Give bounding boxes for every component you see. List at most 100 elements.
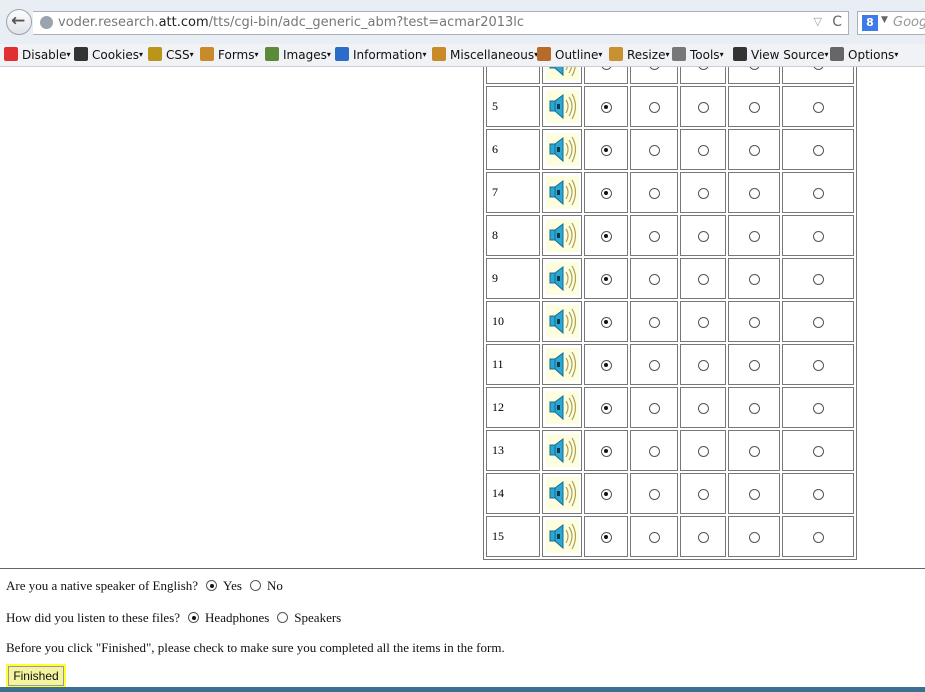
rating-radio[interactable] [748, 359, 760, 371]
rating-radio[interactable] [812, 144, 824, 156]
rating-radio[interactable] [748, 402, 760, 414]
rating-radio[interactable] [748, 144, 760, 156]
toolbar-outline-menu[interactable]: Outline▾ [537, 46, 602, 64]
rating-radio[interactable] [812, 402, 824, 414]
play-audio-cell [542, 387, 582, 428]
rating-radio[interactable] [648, 316, 660, 328]
toolbar-cookies-menu[interactable]: Cookies▾ [74, 46, 143, 64]
native-no-radio[interactable] [249, 580, 261, 591]
search-engine-caret-icon[interactable]: ▼ [881, 15, 888, 25]
speaker-icon[interactable] [545, 219, 579, 252]
rating-radio[interactable] [648, 445, 660, 457]
rating-radio[interactable] [648, 488, 660, 500]
rating-radio[interactable] [600, 101, 612, 113]
speaker-icon[interactable] [545, 90, 579, 123]
rating-radio[interactable] [600, 230, 612, 242]
rating-radio[interactable] [812, 445, 824, 457]
rating-radio[interactable] [648, 531, 660, 543]
rating-radio[interactable] [600, 359, 612, 371]
play-audio-cell [542, 258, 582, 299]
rating-radio[interactable] [600, 445, 612, 457]
rating-radio[interactable] [697, 187, 709, 199]
rating-radio[interactable] [697, 273, 709, 285]
rating-radio[interactable] [812, 359, 824, 371]
rating-radio[interactable] [648, 273, 660, 285]
rating-radio[interactable] [600, 144, 612, 156]
speaker-icon[interactable] [545, 133, 579, 166]
speaker-icon[interactable] [545, 262, 579, 295]
speaker-icon[interactable] [545, 477, 579, 510]
rating-radio[interactable] [697, 359, 709, 371]
rating-radio[interactable] [812, 273, 824, 285]
rating-radio[interactable] [812, 316, 824, 328]
rating-radio[interactable] [697, 230, 709, 242]
rating-radio[interactable] [648, 230, 660, 242]
google-icon[interactable]: 8 [862, 15, 878, 31]
rating-radio[interactable] [748, 187, 760, 199]
rating-radio[interactable] [697, 144, 709, 156]
table-row: 9 [486, 258, 854, 299]
listen-label: How did you listen to these files? [6, 610, 181, 625]
toolbar-miscellaneous-menu[interactable]: Miscellaneous▾ [432, 46, 538, 64]
rating-radio[interactable] [600, 273, 612, 285]
search-box[interactable]: 8 ▼ Googl [857, 11, 925, 35]
rating-radio[interactable] [812, 488, 824, 500]
headphones-radio[interactable] [188, 612, 200, 623]
speaker-icon[interactable] [545, 176, 579, 209]
toolbar-resize-menu[interactable]: Resize▾ [609, 46, 669, 64]
rating-radio[interactable] [600, 402, 612, 414]
rating-radio[interactable] [648, 101, 660, 113]
speakers-radio[interactable] [277, 612, 289, 623]
speaker-icon[interactable] [545, 434, 579, 467]
rating-option-cell [782, 473, 854, 514]
rating-radio[interactable] [697, 531, 709, 543]
rating-option-cell [782, 129, 854, 170]
rating-radio[interactable] [600, 187, 612, 199]
item-number: 10 [486, 301, 540, 342]
toolbar-images-menu[interactable]: Images▾ [265, 46, 331, 64]
rating-radio[interactable] [748, 230, 760, 242]
speaker-icon[interactable] [545, 520, 579, 553]
toolbar-css-menu[interactable]: CSS▾ [148, 46, 194, 64]
finished-button[interactable]: Finished [8, 666, 64, 686]
rating-radio[interactable] [748, 488, 760, 500]
rating-radio[interactable] [648, 144, 660, 156]
toolbar-information-menu[interactable]: Information▾ [335, 46, 426, 64]
rating-radio[interactable] [697, 445, 709, 457]
rating-option-cell [584, 516, 628, 557]
speaker-icon[interactable] [545, 391, 579, 424]
rating-radio[interactable] [697, 402, 709, 414]
rating-radio[interactable] [648, 402, 660, 414]
speaker-icon[interactable] [545, 348, 579, 381]
address-bar[interactable]: voder.research.att.com/tts/cgi-bin/adc_g… [33, 11, 849, 35]
toolbar-tools-menu[interactable]: Tools▾ [672, 46, 724, 64]
rating-radio[interactable] [812, 230, 824, 242]
toolbar-options-menu[interactable]: Options▾ [830, 46, 898, 64]
listen-question: How did you listen to these files? Headph… [6, 610, 341, 626]
toolbar-disable-menu[interactable]: Disable▾ [4, 46, 71, 64]
rating-radio[interactable] [748, 316, 760, 328]
rating-radio[interactable] [812, 187, 824, 199]
rating-radio[interactable] [812, 101, 824, 113]
native-speaker-label: Are you a native speaker of English? [6, 578, 199, 593]
rating-radio[interactable] [600, 316, 612, 328]
native-yes-radio[interactable] [206, 580, 218, 591]
toolbar-view-source-menu[interactable]: View Source▾ [733, 46, 829, 64]
rating-radio[interactable] [697, 488, 709, 500]
rating-radio[interactable] [697, 316, 709, 328]
rating-radio[interactable] [600, 488, 612, 500]
rating-radio[interactable] [697, 101, 709, 113]
back-button[interactable]: ← [6, 9, 32, 35]
rating-radio[interactable] [748, 273, 760, 285]
rating-radio[interactable] [812, 531, 824, 543]
dropdown-triangle-icon[interactable]: ▽ [814, 15, 822, 28]
toolbar-forms-menu[interactable]: Forms▾ [200, 46, 259, 64]
rating-radio[interactable] [648, 359, 660, 371]
rating-radio[interactable] [748, 445, 760, 457]
reload-icon[interactable]: C [832, 14, 842, 30]
rating-radio[interactable] [600, 531, 612, 543]
rating-radio[interactable] [748, 101, 760, 113]
rating-radio[interactable] [748, 531, 760, 543]
rating-radio[interactable] [648, 187, 660, 199]
speaker-icon[interactable] [545, 305, 579, 338]
